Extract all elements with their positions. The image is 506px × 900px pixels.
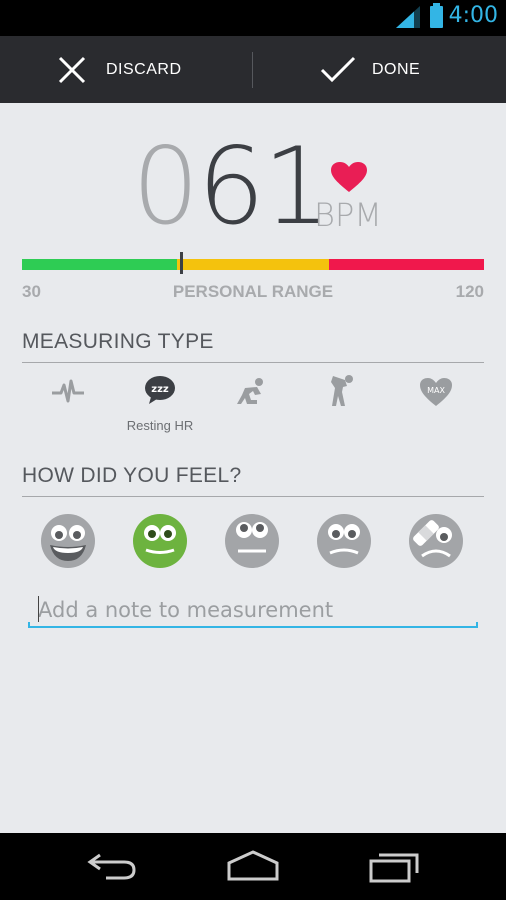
bpm-value: 061: [132, 134, 330, 240]
pulse-icon[interactable]: [44, 372, 92, 412]
note-input[interactable]: [28, 592, 488, 628]
section-divider: [22, 362, 484, 363]
home-icon[interactable]: [226, 849, 280, 883]
resting-zzz-icon[interactable]: zzz: [136, 370, 184, 410]
range-max: 120: [455, 282, 484, 301]
neutral-face-icon[interactable]: [224, 513, 280, 569]
sad-face-icon[interactable]: [316, 513, 372, 569]
discard-button[interactable]: DISCARD: [0, 36, 252, 103]
bpm-leading-zero: 0: [132, 125, 199, 248]
close-icon: [58, 56, 86, 83]
max-heart-icon[interactable]: MAX: [412, 372, 460, 412]
action-bar: DISCARD DONE: [0, 36, 506, 103]
personal-range-bar: [22, 259, 484, 270]
resting-hr-label: Resting HR: [126, 418, 194, 433]
check-icon: [320, 56, 356, 82]
injured-face-icon[interactable]: [408, 513, 464, 569]
navigation-bar: [0, 833, 506, 900]
runner-start-icon[interactable]: [228, 372, 276, 412]
signal-icon: [396, 6, 420, 28]
screen: 4:00 DISCARD DONE 061 BPM 30 PERSONAL RA…: [0, 0, 506, 900]
text-cursor: [38, 596, 39, 622]
status-bar: 4:00: [0, 0, 506, 36]
range-label: PERSONAL RANGE: [172, 282, 334, 301]
recent-apps-icon[interactable]: [368, 849, 422, 883]
feeling-title: HOW DID YOU FEEL?: [22, 464, 242, 487]
done-label: DONE: [372, 60, 421, 78]
note-underline-cap: [28, 622, 30, 628]
range-segment-high: [329, 259, 484, 270]
done-button[interactable]: DONE: [254, 36, 506, 103]
section-divider: [22, 496, 484, 497]
max-heart-label: MAX: [427, 386, 445, 395]
back-icon[interactable]: [86, 849, 138, 883]
range-marker: [180, 252, 183, 274]
runner-tired-icon[interactable]: [318, 370, 366, 410]
battery-icon: [430, 3, 443, 28]
note-underline: [28, 626, 478, 628]
bpm-digits: 61: [197, 125, 330, 248]
discard-label: DISCARD: [106, 60, 182, 78]
happy-face-icon[interactable]: [40, 513, 96, 569]
action-divider: [252, 52, 253, 88]
bpm-unit: BPM: [314, 196, 382, 234]
status-time: 4:00: [448, 3, 498, 28]
svg-text:zzz: zzz: [151, 384, 169, 395]
note-underline-cap: [476, 622, 478, 628]
range-segment-mid: [176, 259, 330, 270]
heart-icon: [331, 162, 367, 192]
measuring-type-title: MEASURING TYPE: [22, 330, 214, 353]
range-segment-low: [22, 259, 177, 270]
smiling-face-icon[interactable]: [132, 513, 188, 569]
